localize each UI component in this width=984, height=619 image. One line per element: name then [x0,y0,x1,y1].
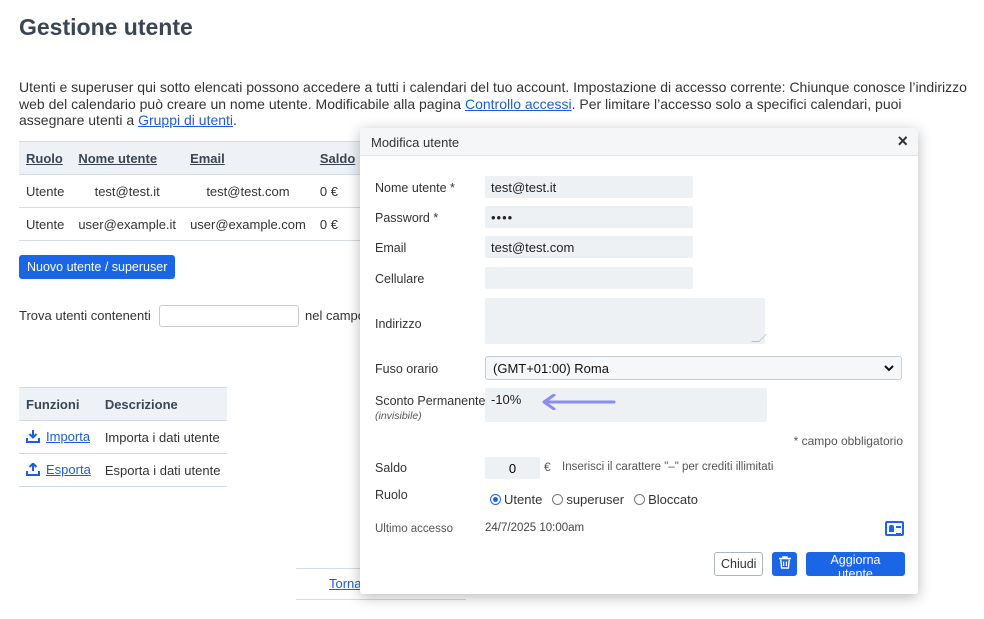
user-groups-link[interactable]: Gruppi di utenti [138,112,233,128]
users-table: Ruolo Nome utente Email Saldo Utente tes… [19,141,383,241]
cell-description: Importa i dati utente [97,420,228,454]
functions-table: Funzioni Descrizione Importa Importa i d… [19,387,228,487]
search-field-label: nel campo [305,308,360,323]
password-field[interactable] [485,206,693,228]
cell-email: test@test.com [183,174,313,208]
role-option-label: Utente [504,492,543,507]
discount-label: Sconto Permanente [375,394,486,408]
last-access-label: Ultimo accesso [375,523,453,535]
role-radio-group: Utente superuser Bloccato [490,492,698,507]
import-link[interactable]: Importa [26,429,90,444]
search-input[interactable] [159,305,299,327]
download-icon [26,429,40,443]
export-label: Esporta [46,461,91,477]
cell-role: Utente [19,207,72,241]
required-note: * campo obbligatorio [793,434,903,448]
cell-username: user@example.it [71,207,184,241]
table-row: Importa Importa i dati utente [19,420,228,454]
cell-email: user@example.com [183,207,313,241]
role-label: Ruolo [375,488,408,502]
edit-user-modal: Modifica utente × Nome utente * Password… [360,128,918,594]
contact-card-icon[interactable] [885,521,904,536]
role-option-label: superuser [566,492,625,507]
radio-unselected[interactable] [634,494,646,505]
intro-text-3: . [233,112,237,128]
role-option-bloccato[interactable]: Bloccato [634,492,698,507]
last-access-value: 24/7/2025 10:00am [485,522,585,534]
radio-unselected[interactable] [552,494,564,505]
search-label: Trova utenti contenenti [19,308,151,323]
username-label: Nome utente * [375,181,455,195]
intro-text: Utenti e superuser qui sotto elencati po… [19,79,969,129]
currency-symbol: € [544,460,551,474]
table-row: Esporta Esporta i dati utente [19,453,228,487]
export-link[interactable]: Esporta [26,462,91,477]
timezone-label: Fuso orario [375,362,439,376]
modal-title: Modifica utente [371,135,460,150]
cell-description: Esporta i dati utente [97,453,228,487]
arrow-left-icon [542,394,616,410]
radio-selected[interactable] [490,494,501,505]
table-row[interactable]: Utente test@test.it test@test.com 0 € [19,174,383,208]
discount-field[interactable] [485,388,767,422]
role-option-utente[interactable]: Utente [490,492,542,507]
timezone-value: (GMT+01:00) Roma [493,360,609,376]
modal-header: Modifica utente × [360,128,918,156]
address-field[interactable] [485,298,765,344]
page-title: Gestione utente [19,14,193,40]
access-control-link[interactable]: Controllo accessi [465,96,572,112]
col-username-header[interactable]: Nome utente [71,141,184,175]
address-label: Indirizzo [375,317,422,331]
chevron-down-icon [884,364,894,371]
close-icon[interactable]: × [897,131,908,151]
table-row[interactable]: Utente user@example.it user@example.com … [19,207,383,241]
upload-icon [26,462,40,476]
import-label: Importa [46,428,91,444]
col-role-header[interactable]: Ruolo [19,141,72,175]
password-label: Password * [375,211,439,225]
email-label: Email [375,241,407,255]
cell-role: Utente [19,174,72,208]
balance-label: Saldo [375,461,407,475]
update-user-button[interactable]: Aggiorna utente [806,552,905,581]
col-email-header[interactable]: Email [183,141,313,175]
role-option-label: Bloccato [648,492,698,507]
balance-hint: Inserisci il carattere "–" per crediti i… [562,461,774,473]
back-link[interactable]: Torna [329,576,362,591]
timezone-select[interactable]: (GMT+01:00) Roma [485,356,902,380]
balance-field[interactable] [485,457,540,479]
users-table-header: Ruolo Nome utente Email Saldo [19,141,383,175]
delete-button[interactable] [772,552,797,576]
discount-sublabel: (invisibile) [375,410,422,422]
mobile-label: Cellulare [375,272,425,286]
close-button[interactable]: Chiudi [714,552,763,576]
col-functions-header: Funzioni [19,387,98,421]
trash-icon [778,556,791,569]
username-field[interactable] [485,176,693,198]
new-user-button[interactable]: Nuovo utente / superuser [19,255,176,279]
cell-username: test@test.it [71,174,184,208]
col-description-header: Descrizione [97,387,228,421]
role-option-superuser[interactable]: superuser [552,492,624,507]
mobile-field[interactable] [485,267,693,289]
email-field[interactable] [485,236,693,258]
